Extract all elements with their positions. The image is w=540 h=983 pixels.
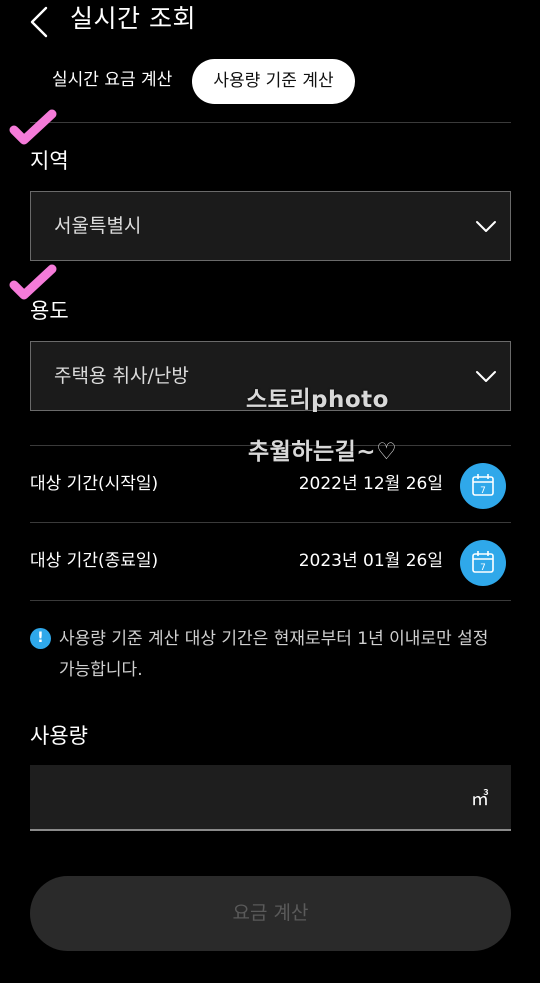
back-button[interactable] [22, 2, 62, 42]
chevron-down-icon [476, 371, 496, 382]
chevron-left-icon [30, 6, 48, 38]
calendar-icon: 7 [472, 551, 494, 573]
usage-unit: ㎥ [471, 789, 489, 810]
calculate-button[interactable]: 요금 계산 [30, 876, 511, 951]
usage-input[interactable]: ㎥ [30, 765, 511, 831]
check-mark-icon [9, 109, 57, 145]
end-date-calendar-button[interactable]: 7 [460, 540, 506, 586]
start-date-label: 대상 기간(시작일) [30, 474, 159, 494]
region-select-value: 서울특별시 [54, 215, 142, 237]
usage-label: 사용량 [30, 724, 88, 748]
start-date-value[interactable]: 2022년 12월 26일 [299, 472, 443, 496]
calendar-icon-day: 7 [480, 563, 486, 573]
check-mark-icon [9, 264, 57, 300]
region-label: 지역 [30, 149, 69, 173]
usage-type-select-value: 주택용 취사/난방 [54, 365, 189, 387]
info-icon: ! [30, 628, 51, 649]
end-date-label: 대상 기간(종료일) [30, 551, 159, 571]
page-title: 실시간 조회 [70, 4, 196, 33]
divider [30, 522, 511, 523]
region-select[interactable]: 서울특별시 [30, 191, 511, 261]
chevron-down-icon [476, 221, 496, 232]
tab-realtime-rate[interactable]: 실시간 요금 계산 [52, 66, 172, 94]
calendar-icon-day: 7 [480, 486, 486, 496]
calendar-icon: 7 [472, 474, 494, 496]
end-date-value[interactable]: 2023년 01월 26일 [299, 549, 443, 573]
tab-usage-based[interactable]: 사용량 기준 계산 [192, 59, 355, 104]
watermark-line-1: 스토리photo [246, 387, 389, 413]
notice-text: 사용량 기준 계산 대상 기간은 현재로부터 1년 이내로만 설정 가능합니다. [59, 629, 489, 680]
start-date-calendar-button[interactable]: 7 [460, 463, 506, 509]
watermark-line-2: 추월하는길~♡ [248, 439, 398, 465]
divider [30, 122, 511, 123]
divider [30, 600, 511, 601]
